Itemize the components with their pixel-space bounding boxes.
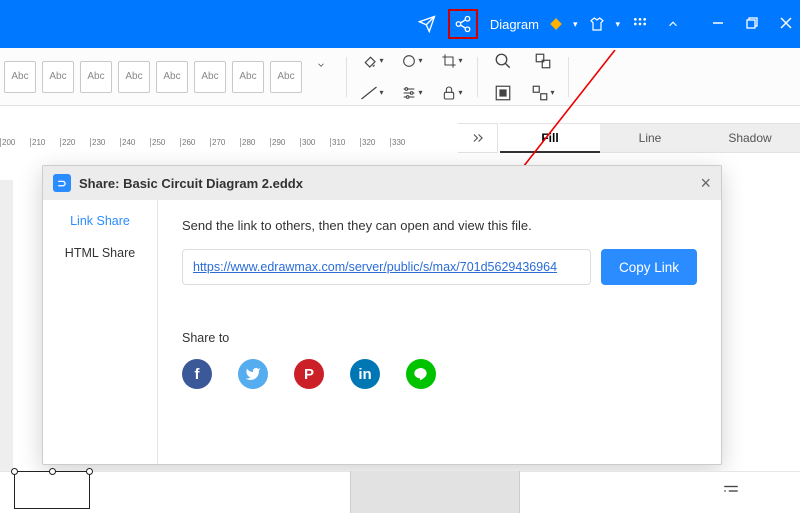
share-url-field[interactable]: https://www.edrawmax.com/server/public/s… bbox=[182, 249, 591, 285]
social-buttons: f P in bbox=[182, 359, 697, 389]
share-to-label: Share to bbox=[182, 331, 697, 345]
send-icon[interactable] bbox=[418, 15, 436, 33]
ribbon-toolbar: Abc Abc Abc Abc Abc Abc Abc Abc ▾ ▾ ▾ ▾ … bbox=[0, 48, 800, 106]
copy-link-button[interactable]: Copy Link bbox=[601, 249, 697, 285]
side-panel-tabs: Fill Line Shadow bbox=[500, 123, 800, 153]
dialog-main: Send the link to others, then they can o… bbox=[158, 200, 721, 464]
shirt-icon bbox=[589, 16, 605, 32]
close-button[interactable] bbox=[780, 17, 792, 31]
lock-icon[interactable]: ▾ bbox=[439, 80, 465, 106]
style-swatch[interactable]: Abc bbox=[4, 61, 36, 93]
replace-icon[interactable] bbox=[530, 48, 556, 74]
minimize-button[interactable] bbox=[712, 17, 724, 31]
diagram-dropdown[interactable]: Diagram ▾ bbox=[490, 17, 578, 32]
diagram-label: Diagram bbox=[490, 17, 539, 32]
horizontal-ruler: 2002102202302402502602702802903003103203… bbox=[0, 138, 420, 156]
style-swatch[interactable]: Abc bbox=[156, 61, 188, 93]
apps-icon[interactable] bbox=[632, 16, 648, 32]
collapse-chevron-icon[interactable] bbox=[666, 17, 680, 31]
fill-bucket-icon[interactable]: ▾ bbox=[359, 48, 385, 74]
chevron-down-icon: ▾ bbox=[573, 19, 578, 30]
linkedin-icon[interactable]: in bbox=[350, 359, 380, 389]
style-swatch[interactable]: Abc bbox=[118, 61, 150, 93]
nav-link-share[interactable]: Link Share bbox=[70, 214, 130, 228]
tab-line[interactable]: Line bbox=[600, 124, 700, 153]
tab-shadow[interactable]: Shadow bbox=[700, 124, 800, 153]
shirt-dropdown[interactable]: ▾ bbox=[589, 16, 620, 32]
crop-icon[interactable]: ▾ bbox=[439, 48, 465, 74]
style-swatch[interactable]: Abc bbox=[42, 61, 74, 93]
twitter-icon[interactable] bbox=[238, 359, 268, 389]
nav-html-share[interactable]: HTML Share bbox=[65, 246, 135, 260]
facebook-icon[interactable]: f bbox=[182, 359, 212, 389]
chevron-down-icon[interactable] bbox=[308, 52, 334, 78]
adjust-icon[interactable]: ▾ bbox=[399, 80, 425, 106]
diamond-icon bbox=[549, 17, 563, 31]
selected-shape[interactable] bbox=[14, 471, 90, 509]
share-icon[interactable] bbox=[448, 9, 478, 39]
panel-collapse-button[interactable] bbox=[458, 123, 498, 153]
horizontal-scrollbar[interactable] bbox=[350, 471, 520, 513]
style-swatch[interactable]: Abc bbox=[80, 61, 112, 93]
style-swatch[interactable]: Abc bbox=[194, 61, 226, 93]
style-swatch[interactable]: Abc bbox=[270, 61, 302, 93]
canvas-margin bbox=[0, 180, 13, 510]
select-all-icon[interactable] bbox=[490, 80, 516, 106]
line-style-icon[interactable]: ▾ bbox=[359, 80, 385, 106]
chevron-down-icon: ▾ bbox=[615, 19, 620, 30]
app-logo-icon: ⊃ bbox=[53, 174, 71, 192]
dialog-header: ⊃ Share: Basic Circuit Diagram 2.eddx × bbox=[43, 166, 721, 200]
shape-outline-icon[interactable]: ▾ bbox=[399, 48, 425, 74]
dialog-nav: Link Share HTML Share bbox=[43, 200, 158, 464]
group-icon[interactable]: ▾ bbox=[530, 80, 556, 106]
line-icon[interactable] bbox=[406, 359, 436, 389]
titlebar: Diagram ▾ ▾ bbox=[0, 0, 800, 48]
layout-icon[interactable] bbox=[722, 482, 740, 505]
maximize-button[interactable] bbox=[746, 17, 758, 31]
pinterest-icon[interactable]: P bbox=[294, 359, 324, 389]
dialog-title: Share: Basic Circuit Diagram 2.eddx bbox=[79, 176, 692, 191]
style-swatch[interactable]: Abc bbox=[232, 61, 264, 93]
close-icon[interactable]: × bbox=[700, 173, 711, 194]
tab-fill[interactable]: Fill bbox=[500, 124, 600, 153]
search-icon[interactable] bbox=[490, 48, 516, 74]
share-dialog: ⊃ Share: Basic Circuit Diagram 2.eddx × … bbox=[42, 165, 722, 465]
instruction-text: Send the link to others, then they can o… bbox=[182, 218, 697, 233]
